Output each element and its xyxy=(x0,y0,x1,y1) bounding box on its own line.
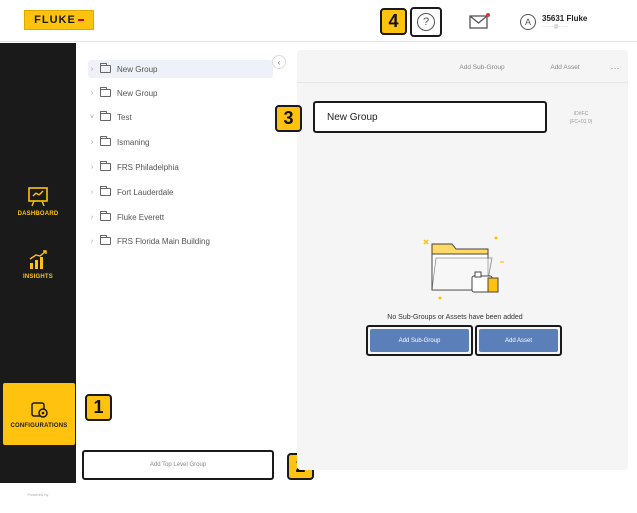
nav-insights-label: INSIGHTS xyxy=(23,274,53,280)
accelix-logo: Accelix xyxy=(14,497,62,513)
tree-item-label: Fluke Everett xyxy=(117,212,165,222)
nav-configurations-label: CONFIGURATIONS xyxy=(10,422,68,429)
chevron-right-icon[interactable]: › xyxy=(88,139,96,146)
tree-item[interactable]: › Fort Lauderdale xyxy=(88,183,273,201)
configurations-icon xyxy=(31,401,48,418)
add-subgroup-button[interactable]: Add Sub-Group xyxy=(366,325,473,356)
tree-item-label: Fort Lauderdale xyxy=(117,187,174,197)
add-asset-label: Add Asset xyxy=(479,329,558,352)
logo-accent xyxy=(77,19,84,21)
add-top-level-group-button[interactable]: Add Top Level Group xyxy=(82,450,274,480)
tree-item-label: New Group xyxy=(117,64,158,74)
group-id: ID#FC (FC+01 0) xyxy=(556,106,606,130)
help-button[interactable]: ? xyxy=(410,7,442,37)
tree-item[interactable]: › FRS Philadelphia xyxy=(88,158,273,176)
user-menu[interactable]: A 35631 Fluke ·······@······ xyxy=(520,9,630,35)
folder-icon xyxy=(100,111,111,121)
notifications-button[interactable] xyxy=(468,11,492,31)
nav-insights[interactable]: INSIGHTS xyxy=(0,249,76,280)
mail-icon xyxy=(469,13,490,29)
top-header: FLUKE 4 ? A 35631 Fluke ·······@······ xyxy=(0,0,637,42)
folder-icon xyxy=(100,136,111,146)
nav-dashboard-label: DASHBOARD xyxy=(17,211,59,217)
insights-icon xyxy=(29,250,47,269)
tree-item[interactable]: › Fluke Everett xyxy=(88,208,273,226)
tree-item[interactable]: › New Group xyxy=(88,60,273,78)
callout-badge-4: 4 xyxy=(380,8,407,35)
chevron-down-icon[interactable]: ˅ xyxy=(88,114,96,121)
more-options-icon[interactable]: ··· xyxy=(607,60,623,75)
chevron-right-icon[interactable]: › xyxy=(88,90,96,97)
detail-toolbar: Add Sub-Group Add Asset ··· xyxy=(297,50,628,83)
logo-text: FLUKE xyxy=(34,14,76,26)
dashboard-icon xyxy=(28,187,48,207)
user-subtitle: ·······@······ xyxy=(542,23,569,30)
chevron-right-icon[interactable]: › xyxy=(88,238,96,245)
tree-item[interactable]: › Ismaning xyxy=(88,133,273,151)
empty-folder-illustration xyxy=(423,236,504,300)
group-name-input[interactable] xyxy=(313,101,547,133)
folder-icon xyxy=(100,161,111,171)
folder-icon xyxy=(100,87,111,97)
chevron-left-icon: ‹ xyxy=(277,57,281,67)
chevron-right-icon[interactable]: › xyxy=(88,214,96,221)
fluke-logo[interactable]: FLUKE xyxy=(24,10,94,30)
folder-icon xyxy=(100,186,111,196)
tree-item-label: Ismaning xyxy=(117,137,150,147)
tree-item-label: FRS Philadelphia xyxy=(117,162,179,172)
collapse-panel-button[interactable]: ‹ xyxy=(272,55,286,69)
toolbar-add-subgroup-button[interactable]: Add Sub-Group xyxy=(452,60,512,75)
nav-dashboard[interactable]: DASHBOARD xyxy=(0,186,76,217)
tree-item[interactable]: › FRS Florida Main Building xyxy=(88,232,273,250)
add-subgroup-label: Add Sub-Group xyxy=(370,329,469,352)
nav-configurations[interactable]: CONFIGURATIONS xyxy=(3,383,75,445)
left-navigation: DASHBOARD INSIGHTS CONFIGURATIONS Powere… xyxy=(0,43,76,513)
tree-item-label: Test xyxy=(117,112,132,122)
add-asset-button[interactable]: Add Asset xyxy=(475,325,562,356)
chevron-right-icon[interactable]: › xyxy=(88,164,96,171)
tree-item[interactable]: ˅ Test xyxy=(88,108,273,126)
group-id-label: ID#FC xyxy=(573,111,589,117)
group-id-sub: (FC+01 0) xyxy=(569,119,593,125)
toolbar-add-asset-button[interactable]: Add Asset xyxy=(542,60,588,75)
user-avatar-icon: A xyxy=(520,14,536,30)
powered-by: Powered by Accelix xyxy=(0,492,76,513)
chevron-right-icon[interactable]: › xyxy=(88,189,96,196)
tree-item-label: FRS Florida Main Building xyxy=(117,236,210,246)
group-tree: › New Group › New Group ˅ Test › Ismanin… xyxy=(80,50,280,434)
help-icon: ? xyxy=(417,13,435,31)
tree-item[interactable]: › New Group xyxy=(88,84,273,102)
folder-icon xyxy=(100,235,111,245)
user-name: 35631 Fluke xyxy=(542,13,588,23)
empty-state-message: No Sub-Groups or Assets have been added xyxy=(387,314,523,321)
folder-icon xyxy=(100,211,111,221)
folder-icon xyxy=(100,63,111,73)
chevron-right-icon[interactable]: › xyxy=(88,66,96,73)
callout-badge-3: 3 xyxy=(275,105,302,132)
tree-item-label: New Group xyxy=(117,88,158,98)
